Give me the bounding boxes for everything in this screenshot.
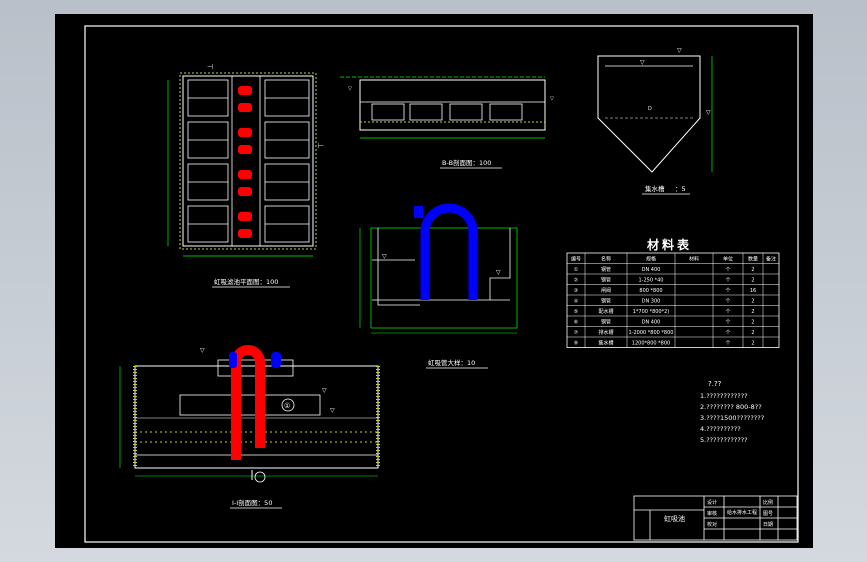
notes-title: ?.?? [708, 380, 722, 388]
svg-text:▽: ▽ [322, 387, 327, 394]
svg-text:▽: ▽ [640, 59, 645, 66]
svg-text:▽: ▽ [496, 269, 501, 276]
material-table-cell: 2 [751, 309, 754, 315]
material-table-cell: ① [574, 267, 579, 273]
material-table-cell: 个 [725, 267, 730, 273]
svg-text:⊣: ⊣ [207, 63, 213, 71]
title-block-label-3: 校对 [707, 521, 717, 528]
section-aa-title: I-I剖面图：50 [232, 498, 272, 507]
svg-text:▽: ▽ [348, 86, 352, 92]
notes-line-4: 4.?????????? [700, 425, 741, 433]
material-table-cell: 钢管 [601, 277, 611, 284]
material-table-cell: ⑦ [574, 330, 579, 336]
material-table-cell: 16 [750, 288, 756, 294]
title-block-label-4: 比例 [763, 499, 773, 506]
material-table-cell: 钢管 [601, 266, 611, 273]
svg-text:▽: ▽ [706, 109, 711, 116]
title-block-label-5: 图号 [763, 511, 773, 517]
material-table-cell: 1-2000 *800 *800 [629, 330, 674, 336]
material-table-cell: 钢管 [601, 319, 611, 326]
siphon-cap [414, 206, 423, 218]
notes-line-3: 3.????1500???????? [700, 414, 764, 422]
material-table-cell: 个 [725, 288, 730, 294]
svg-text:⊢: ⊢ [318, 142, 324, 150]
material-table-cell: 个 [725, 309, 730, 315]
material-table-header: 单位 [723, 256, 733, 263]
material-table-header: 规格 [646, 256, 656, 263]
material-table-cell: 闸阀 [601, 287, 611, 294]
svg-text:▽: ▽ [382, 253, 387, 260]
svg-text:▽: ▽ [330, 407, 335, 414]
hopper-scale: ：5 [675, 185, 686, 193]
material-table-header: 编号 [571, 256, 581, 263]
title-block-project: 给水排水工程 [727, 509, 757, 516]
material-table-title: 材料表 [646, 237, 692, 252]
svg-text:▽: ▽ [677, 47, 682, 54]
material-table-cell: 集水槽 [598, 340, 613, 347]
material-table-cell: ③ [574, 288, 578, 294]
material-table-cell: ⑥ [574, 320, 579, 326]
plan-view-title: 虹吸滤池平面图：100 [214, 277, 278, 286]
material-table-cell: 1-250 *40 [639, 278, 664, 284]
title-block-label-2: 审核 [707, 510, 717, 517]
material-table-cell: ② [574, 278, 579, 284]
material-table-cell: 个 [725, 278, 730, 284]
material-table-cell: 钢管 [601, 298, 611, 305]
siphon-detail-title: 虹吸管大样：10 [428, 358, 475, 367]
material-table-cell: 个 [725, 320, 730, 326]
material-table-cell: ⑤ [574, 309, 578, 315]
material-table-header: 备注 [766, 256, 776, 263]
notes-line-2: 2.???????? 800-8?? [700, 403, 762, 411]
svg-text:▽: ▽ [550, 96, 554, 102]
material-table-cell: DN 400 [642, 320, 661, 326]
section-aa-circle-label: ① [284, 402, 290, 410]
material-table-cell: 800 *800 [639, 288, 662, 294]
material-table-cell: 1*700 *800*2) [633, 309, 670, 315]
material-table-cell: 2 [751, 320, 754, 326]
cad-drawing: ⊣ ⊢ 虹吸滤池平面图：100 ▽ ▽ B-B剖面图：100 ▽ ▽ ▽ D 集… [55, 14, 813, 548]
material-table-cell: 2 [751, 267, 754, 273]
material-table-cell: 2 [751, 278, 754, 284]
material-table-cell: 个 [725, 299, 730, 305]
svg-text:▽: ▽ [200, 347, 205, 354]
material-table-cell: 配水槽 [598, 308, 613, 315]
notes-line-5: 5.???????????? [700, 436, 748, 444]
material-table-header: 名称 [601, 256, 611, 263]
material-table-header: 数量 [748, 256, 758, 263]
svg-text:D: D [648, 106, 652, 112]
material-table-cell: 个 [725, 341, 730, 347]
material-table-cell: ⑧ [574, 341, 579, 347]
material-table-cell: 排水槽 [598, 329, 613, 336]
title-block-drawing-name: 虹吸池 [664, 514, 685, 523]
hopper-label: 集水槽 [645, 184, 665, 193]
material-table-cell: 2 [751, 341, 754, 347]
title-block-label-6: 日期 [763, 522, 773, 528]
material-table-cell: DN 300 [642, 299, 661, 305]
title-block-label-1: 设计 [707, 499, 717, 506]
material-table-cell: 2 [751, 299, 754, 305]
section-bb-title: B-B剖面图：100 [442, 158, 491, 167]
material-table-cell: DN 400 [642, 267, 661, 273]
notes-line-1: 1.???????????? [700, 392, 748, 400]
material-table-cell: 1200*800 *800 [632, 341, 670, 347]
material-table-cell: 个 [725, 330, 730, 336]
material-table-cell: 2 [751, 330, 754, 336]
material-table-cell: ④ [574, 299, 579, 305]
material-table-header: 材料 [689, 256, 699, 263]
